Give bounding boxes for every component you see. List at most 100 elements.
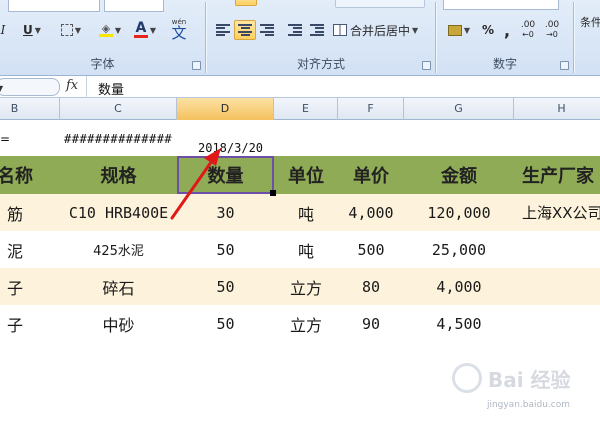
cell-spec[interactable]: 中砂 [60,305,177,342]
cell-name[interactable]: 子 [0,268,60,305]
cell-unit[interactable]: 立方 [274,268,338,305]
cell-quantity[interactable]: 30 [177,194,274,231]
increase-decimal-icon: ←0 [522,30,534,39]
font-color-button[interactable]: A ▼ [130,20,160,40]
date-cell[interactable]: 2018/3/20 [198,141,263,155]
cell-unit[interactable]: 立方 [274,305,338,342]
formula-input[interactable]: 数量 [98,79,124,98]
cell-spec[interactable]: 碎石 [60,268,177,305]
group-separator [573,2,574,73]
font-size-box[interactable] [104,0,164,12]
cell-quantity[interactable]: 50 [177,231,274,268]
underline-button[interactable]: U ▼ [18,20,46,40]
insert-function-button[interactable]: fx [66,78,78,93]
chevron-down-icon: ▼ [149,25,157,35]
cell-amount[interactable]: 4,500 [404,305,514,342]
conditional-format-button[interactable]: 条件 [580,12,600,32]
align-left-button[interactable] [213,20,233,40]
percent-button[interactable]: % [479,20,497,40]
cell-spec[interactable]: C10 HRB400E [60,194,177,231]
watermark-text: Bai 经验 [488,367,571,392]
increase-indent-button[interactable] [307,20,327,40]
cell-manufacturer[interactable] [514,231,600,268]
number-dialog-launcher[interactable] [560,61,569,70]
alignment-dialog-launcher[interactable] [422,61,431,70]
underline-label: U [23,23,33,37]
cell-quantity[interactable]: 50 [177,268,274,305]
table-row: = ############## 2018/3/20 [0,120,600,156]
cell-amount[interactable]: 4,000 [404,268,514,305]
header-name[interactable]: 名称 [0,156,60,194]
merge-label: 合并后居中 [350,23,411,38]
align-center-button[interactable] [234,20,256,40]
cell-name[interactable]: 泥 [0,231,60,268]
merge-center-button[interactable]: 合并后居中 ▼ [333,20,429,40]
ribbon: I U ▼ ▼ ◈ ▼ A ▼ wén 文 字体 合并后居中 ▼ 对齐方式 ▼ … [0,0,600,76]
increase-decimal-button[interactable]: .00 ←0 [517,20,539,40]
chevron-down-icon: ▼ [74,25,82,35]
cell-manufacturer[interactable]: 上海XX公司 [514,194,600,231]
alignment-group-label: 对齐方式 [296,57,345,71]
italic-button[interactable]: I [0,20,10,40]
fill-handle[interactable] [270,190,276,196]
cell-price[interactable]: 90 [338,305,404,342]
column-header-f[interactable]: F [338,98,404,120]
cell-amount[interactable]: 120,000 [404,194,514,231]
phonetic-icon: 文 [171,23,187,42]
column-header-d[interactable]: D [177,98,274,120]
table-row: 泥 425水泥 50 吨 500 25,000 [0,231,600,268]
cell-price[interactable]: 80 [338,268,404,305]
table-row: 子 中砂 50 立方 90 4,500 [0,305,600,342]
cell-unit[interactable]: 吨 [274,231,338,268]
chevron-down-icon: ▼ [412,25,419,35]
column-header-g[interactable]: G [404,98,514,120]
column-header-e[interactable]: E [274,98,338,120]
fill-color-button[interactable]: ◈ ▼ [94,20,126,40]
chevron-down-icon: ▼ [114,25,122,35]
decrease-decimal-button[interactable]: .00 →0 [541,20,563,40]
phonetic-button[interactable]: wén 文 [164,16,194,42]
table-row: 子 碎石 50 立方 80 4,000 [0,268,600,305]
comma-button[interactable]: , [499,20,515,40]
cell-price[interactable]: 4,000 [338,194,404,231]
cell-manufacturer[interactable] [514,268,600,305]
cell-b1[interactable]: = [0,132,10,146]
cell-price[interactable]: 500 [338,231,404,268]
merge-icon [333,24,347,36]
cell-name[interactable]: 子 [0,305,60,342]
header-price[interactable]: 单价 [338,156,404,194]
font-group-label: 字体 [90,57,115,71]
font-name-box[interactable] [8,0,100,12]
decrease-decimal-icon: →0 [546,30,558,39]
name-box[interactable]: ▼ [0,78,60,96]
align-top-selected[interactable] [235,0,257,6]
align-right-icon [260,24,274,36]
formula-bar: ▼ fx 数量 [0,76,600,98]
header-amount[interactable]: 金额 [404,156,514,194]
worksheet-grid: = ############## 2018/3/20 名称 规格 数量 单位 单… [0,120,600,432]
watermark-url: jingyan.baidu.com [486,400,570,410]
header-spec[interactable]: 规格 [60,156,177,194]
cell-name[interactable]: 筋 [0,194,60,231]
cell-amount[interactable]: 25,000 [404,231,514,268]
align-right-button[interactable] [257,20,277,40]
cell-quantity[interactable]: 50 [177,305,274,342]
cell-c1-overflow[interactable]: ############## [64,132,172,146]
paint-bucket-icon: ◈ [98,23,113,37]
column-header-h[interactable]: H [514,98,600,120]
number-format-box[interactable] [443,0,559,10]
cell-unit[interactable]: 吨 [274,194,338,231]
font-dialog-launcher[interactable] [192,61,201,70]
wrap-text-button[interactable] [335,0,425,8]
accounting-format-button[interactable]: ▼ [443,20,475,40]
column-header-c[interactable]: C [60,98,177,120]
decrease-indent-button[interactable] [285,20,305,40]
header-manufacturer[interactable]: 生产厂家 [514,156,600,194]
cell-manufacturer[interactable] [514,305,600,342]
header-unit[interactable]: 单位 [274,156,338,194]
border-button[interactable]: ▼ [56,20,86,40]
cell-spec[interactable]: 425水泥 [60,231,177,268]
column-headers: B C D E F G H [0,98,600,120]
align-left-icon [216,24,230,36]
column-header-b[interactable]: B [0,98,60,120]
